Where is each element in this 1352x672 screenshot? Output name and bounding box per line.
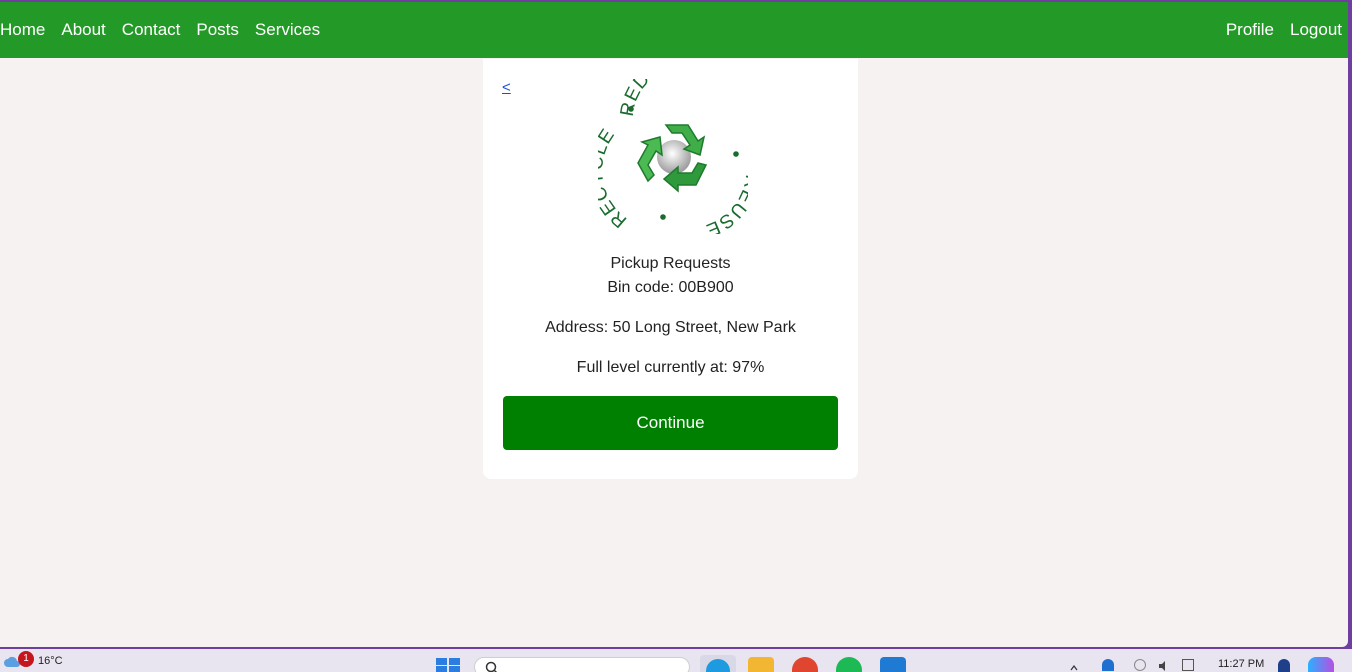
chevron-up-icon[interactable] [1070,659,1078,671]
bin-code-text: Bin code: 00B900 [607,279,734,296]
edge-icon [706,659,730,672]
top-navbar: Home About Contact Posts Services Profil… [0,2,1348,58]
nav-services-link[interactable]: Services [255,20,320,40]
search-icon [485,661,498,672]
nav-profile-link[interactable]: Profile [1226,20,1274,40]
user-account-icon[interactable] [1278,659,1290,672]
logo-reduce-text: REDUCE [617,79,691,118]
nav-home-link[interactable]: Home [0,20,45,40]
onedrive-icon[interactable] [1102,659,1114,671]
continue-button[interactable]: Continue [503,396,838,450]
system-clock[interactable]: 11:27 PM [1218,658,1264,670]
weather-alert-badge: 1 [18,651,34,667]
nav-right-group: Profile Logout [1210,20,1348,40]
pickup-request-card: < REDUCE REUSE RECYCLE [483,59,858,479]
weather-widget[interactable]: 1 16°C [4,651,74,671]
nav-left-group: Home About Contact Posts Services [0,20,336,40]
address-text: Address: 50 Long Street, New Park [545,319,796,336]
vscode-icon[interactable] [880,657,906,672]
logo-reuse-text: REUSE [702,173,748,234]
copilot-icon[interactable] [1308,657,1334,672]
nav-logout-link[interactable]: Logout [1290,20,1342,40]
recycle-logo-icon: REDUCE REUSE RECYCLE [598,79,748,234]
os-taskbar: 1 16°C 11:27 PM [0,649,1352,672]
network-icon[interactable] [1134,659,1146,671]
windows-start-icon[interactable] [436,658,460,672]
chrome-icon[interactable] [792,657,818,672]
svg-text:RECYCLE: RECYCLE [598,125,631,232]
spotify-icon[interactable] [836,657,862,672]
taskbar-search-box[interactable] [474,657,690,672]
card-title: Pickup Requests [610,255,731,272]
edge-browser-app-icon[interactable] [700,655,736,672]
battery-icon[interactable] [1182,659,1194,671]
browser-viewport: Home About Contact Posts Services Profil… [0,2,1348,647]
weather-temperature: 16°C [38,655,63,667]
nav-contact-link[interactable]: Contact [122,20,181,40]
svg-text:REUSE: REUSE [702,173,748,234]
full-level-text: Full level currently at: 97% [576,359,765,376]
nav-posts-link[interactable]: Posts [196,20,239,40]
volume-icon[interactable] [1158,659,1170,671]
svg-text:REDUCE: REDUCE [617,79,692,118]
logo-recycle-text: RECYCLE [598,125,630,232]
nav-about-link[interactable]: About [61,20,105,40]
file-explorer-icon[interactable] [748,657,774,672]
back-link[interactable]: < [502,79,511,96]
